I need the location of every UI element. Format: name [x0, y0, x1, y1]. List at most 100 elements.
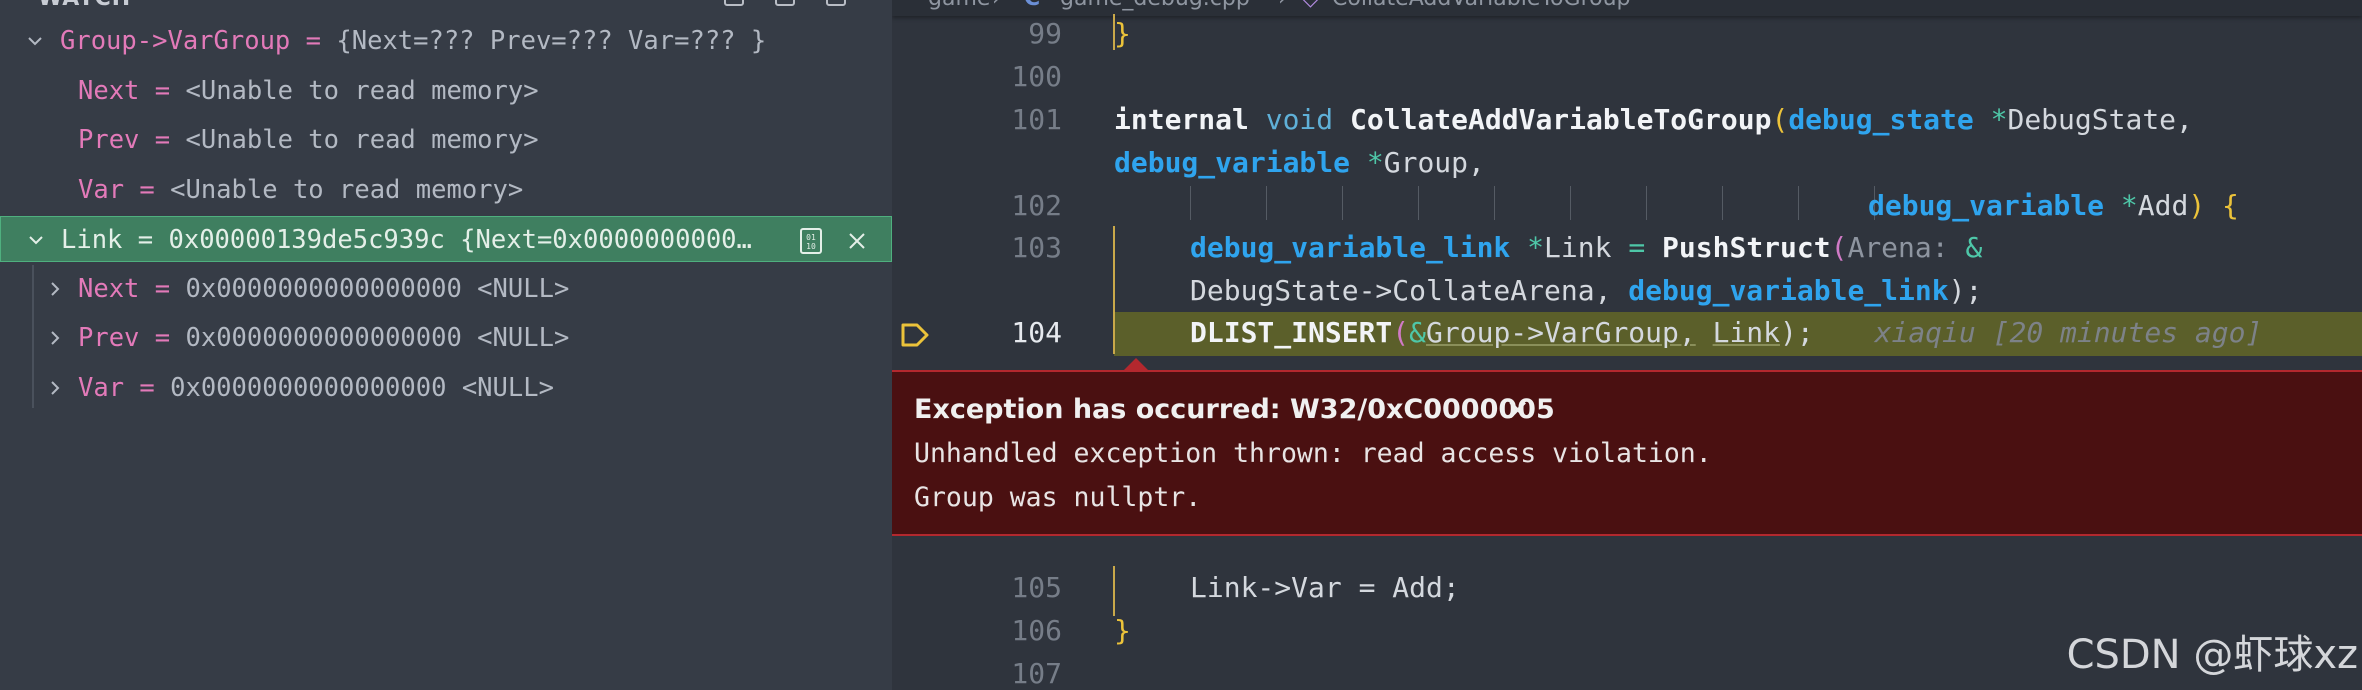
code-line-104-current[interactable]: DLIST_INSERT(&Group->VarGroup, Link); xi… [1190, 316, 2262, 349]
scope-guide [1113, 226, 1115, 354]
watch-eq: = [139, 125, 186, 155]
watch-eq: = [124, 373, 171, 403]
indent-guide [1646, 186, 1647, 220]
chevron-right-icon[interactable] [42, 315, 68, 361]
watch-header: WATCH [0, 0, 892, 14]
statement: Link->Var = Add; [1190, 571, 1460, 604]
cpp-file-icon: C [1024, 0, 1040, 11]
exception-detail: Group was nullptr. [914, 482, 1202, 513]
line-number: 100 [1011, 60, 1062, 93]
type-name: debug_variable [1114, 146, 1351, 179]
exception-message: Unhandled exception thrown: read access … [914, 438, 1712, 469]
type-name: debug_state [1788, 103, 1974, 136]
watch-name: Next [78, 274, 140, 304]
exception-title: Exception has occurred: W32/0xC0000005 [914, 394, 1555, 425]
type-name: debug_variable [1868, 189, 2105, 222]
watch-eq: = [139, 323, 186, 353]
brace: { [2222, 189, 2239, 222]
close-icon[interactable]: ✕ [1506, 394, 1529, 427]
watch-title: WATCH [38, 0, 131, 11]
watch-row-var[interactable]: Var = <Unable to read memory> [0, 167, 892, 213]
watch-panel: WATCH Group->VarGroup = {Next=??? Prev=?… [0, 0, 892, 690]
line-number: 103 [1011, 231, 1062, 264]
watch-value: 0x0000000000000000 <NULL> [185, 323, 570, 353]
indent-guide [1494, 186, 1495, 220]
watch-row-link-var[interactable]: Var = 0x0000000000000000 <NULL> [0, 365, 892, 411]
watch-value: {Next=??? Prev=??? Var=??? } [336, 26, 767, 56]
type-name: debug_variable_link [1190, 231, 1511, 264]
watch-eq: = [139, 76, 186, 106]
watch-row-prev[interactable]: Prev = <Unable to read memory> [0, 117, 892, 163]
code-line-99[interactable]: } [1114, 17, 1131, 50]
argument: Group->VarGroup, [1426, 316, 1696, 349]
watermark: CSDN @虾球xz [2066, 632, 2358, 678]
watch-value: 0x0000000000000000 <NULL> [185, 274, 570, 304]
code-editor[interactable]: game › C game_debug.cpp › ◇ CollateAddVa… [892, 0, 2362, 690]
watch-row-group-vargroup[interactable]: Group->VarGroup = {Next=??? Prev=??? Var… [0, 18, 892, 64]
remove-all-icon[interactable] [826, 0, 846, 6]
chevron-right-icon[interactable] [42, 365, 68, 411]
code-line-102[interactable]: debug_variable *Add) { [1868, 189, 2239, 222]
watch-name: Next [78, 76, 140, 106]
operator: & [1965, 231, 1983, 264]
breadcrumb-separator: › [1278, 0, 1287, 11]
breadcrumb-file[interactable]: game_debug.cpp [1060, 0, 1250, 11]
watch-value: <Unable to read memory> [185, 125, 539, 155]
watch-value: <Unable to read memory> [170, 175, 524, 205]
statement-end: ); [1948, 274, 1983, 307]
code-line-101-wrap[interactable]: debug_variable *Group, [1114, 146, 1485, 179]
param: Group, [1383, 146, 1485, 179]
scope-guide [1113, 566, 1115, 616]
brace: } [1114, 17, 1131, 50]
line-number: 101 [1011, 103, 1062, 136]
watch-name: Prev [78, 323, 140, 353]
svg-text:10: 10 [806, 242, 816, 251]
function-name: PushStruct [1662, 231, 1831, 264]
paren: ) [2188, 189, 2206, 222]
operator: & [1409, 316, 1427, 349]
paren: ( [1392, 316, 1410, 349]
function-name: CollateAddVariableToGroup [1350, 103, 1772, 136]
view-binary-icon[interactable]: 01 10 [797, 227, 825, 255]
indent-guide [1798, 186, 1799, 220]
code-line-101[interactable]: internal void CollateAddVariableToGroup(… [1114, 103, 2193, 136]
remove-expression-icon[interactable] [843, 227, 871, 255]
breadcrumb-folder[interactable]: game [928, 0, 990, 11]
watch-value: 0x0000000000000000 <NULL> [170, 373, 554, 403]
brace: } [1114, 614, 1131, 647]
watch-name: Prev [78, 125, 140, 155]
line-number: 99 [1028, 17, 1062, 50]
operator: * [1366, 146, 1384, 179]
watch-row-link-selected[interactable]: Link = 0x00000139de5c939c {Next=0x000000… [0, 216, 892, 262]
exception-pointer [1124, 358, 1148, 370]
add-expression-icon[interactable] [724, 0, 744, 6]
watch-value: <Unable to read memory> [185, 76, 539, 106]
watch-row-link-prev[interactable]: Prev = 0x0000000000000000 <NULL> [0, 315, 892, 361]
code-line-105[interactable]: Link->Var = Add; [1190, 571, 1460, 604]
watch-name: Link [61, 225, 123, 255]
keyword: internal [1114, 103, 1249, 136]
watch-eq: = [290, 26, 337, 56]
line-number: 105 [1011, 571, 1062, 604]
indent-guide [1418, 186, 1419, 220]
chevron-down-icon[interactable] [23, 217, 49, 261]
chevron-down-icon[interactable] [22, 18, 48, 64]
watch-name: Group->VarGroup [60, 26, 291, 56]
collapse-all-icon[interactable] [775, 0, 795, 6]
code-line-106[interactable]: } [1114, 614, 1131, 647]
watch-row-next[interactable]: Next = <Unable to read memory> [0, 68, 892, 114]
code-line-103[interactable]: debug_variable_link *Link = PushStruct(A… [1190, 231, 1982, 264]
operator: = [1628, 231, 1646, 264]
argument: Link [1712, 316, 1781, 349]
line-number-current: 104 [1011, 316, 1062, 349]
type-name: debug_variable_link [1628, 274, 1949, 307]
breadcrumb-symbol[interactable]: CollateAddVariableToGroup [1332, 0, 1631, 11]
variable: Link [1544, 231, 1612, 264]
current-statement-arrow-icon[interactable] [900, 322, 930, 348]
chevron-right-icon[interactable] [42, 266, 68, 312]
code-line-103-wrap[interactable]: DebugState->CollateArena, debug_variable… [1190, 274, 1982, 307]
argument: DebugState->CollateArena, [1190, 274, 1612, 307]
indent-guide [1342, 186, 1343, 220]
watch-row-link-next[interactable]: Next = 0x0000000000000000 <NULL> [0, 266, 892, 312]
symbol-method-icon: ◇ [1302, 0, 1319, 11]
